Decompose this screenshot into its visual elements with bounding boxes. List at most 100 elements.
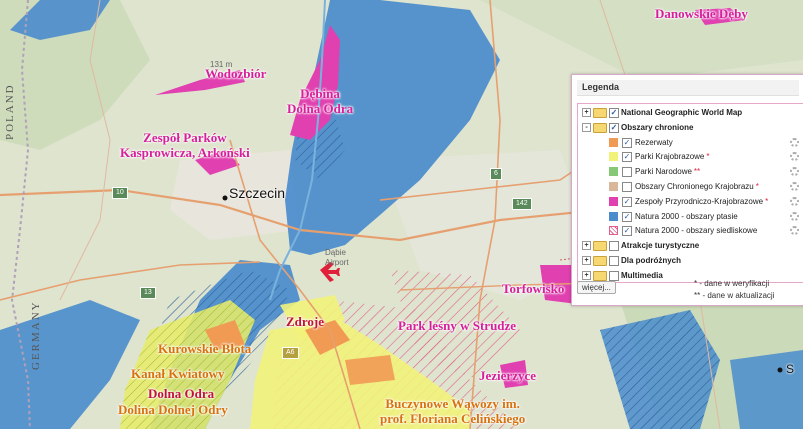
- area-label-zespol-parkow[interactable]: Zespół Parków Kasprowicza, Arkoński: [120, 130, 250, 160]
- city-dot: [222, 195, 228, 201]
- legend-label: Obszary chronione: [621, 122, 694, 132]
- area-label-line: Dolna Odra: [287, 101, 354, 116]
- road-shield: 6: [490, 168, 502, 180]
- area-label-zdroje[interactable]: Zdroje: [286, 314, 324, 329]
- legend-label: Dla podróżnych: [621, 256, 682, 265]
- area-label-kurowskie-blota[interactable]: Kurowskie Błota: [158, 341, 251, 356]
- gear-icon[interactable]: [790, 196, 799, 206]
- layer-checkbox[interactable]: [609, 270, 619, 281]
- folder-icon: [593, 122, 607, 133]
- area-label-line: Zespół Parków: [143, 130, 227, 145]
- expand-icon[interactable]: +: [582, 241, 591, 251]
- folder-icon: [593, 270, 607, 281]
- area-label-jezierzyce[interactable]: Jezierzyce: [479, 368, 536, 383]
- collapse-icon[interactable]: -: [582, 122, 591, 132]
- legend-star: **: [693, 167, 701, 177]
- legend-label: Zespoły Przyrodniczo-Krajobrazowe *: [635, 196, 769, 206]
- area-label-debina-dolna-odra[interactable]: Dębina Dolna Odra: [287, 86, 353, 116]
- layer-checkbox[interactable]: ✓: [609, 122, 619, 133]
- layer-checkbox[interactable]: ✓: [622, 211, 632, 222]
- legend-tree: + ✓ National Geographic World Map - ✓ Obszary…: [577, 103, 803, 283]
- folder-icon: [593, 256, 607, 266]
- area-label-danowskie-deby[interactable]: Danowskie Dęby: [655, 6, 748, 21]
- airport-type: Airport: [325, 258, 349, 267]
- area-label-park-lesny[interactable]: Park leśny w Strudze: [398, 318, 516, 333]
- area-label-line: prof. Floriana Celińskiego: [380, 411, 526, 426]
- road-shield: 142: [512, 198, 532, 210]
- area-label-torfowisko[interactable]: Torfowisko: [502, 281, 564, 296]
- legend-star: *: [755, 182, 759, 191]
- legend-swatch: [609, 182, 618, 191]
- legend-row[interactable]: ✓ Rezerwaty: [578, 136, 801, 149]
- legend-row[interactable]: ✓ Natura 2000 - obszary ptasie: [578, 210, 801, 223]
- rezerwat-area: [345, 355, 395, 385]
- expand-icon[interactable]: +: [582, 256, 591, 265]
- legend-swatch: [609, 196, 618, 206]
- legend-label: Parki Narodowe **: [635, 167, 701, 177]
- legend-row[interactable]: + Atrakcje turystyczne: [578, 239, 801, 252]
- legend-swatch: [609, 137, 618, 147]
- legend-swatch: [609, 211, 618, 221]
- layer-checkbox[interactable]: [609, 256, 619, 266]
- area-label-kanal-kwiatowy[interactable]: Kanał Kwiatowy: [131, 366, 225, 381]
- gear-icon[interactable]: [790, 211, 799, 221]
- legend-label: Atrakcje turystyczne: [621, 241, 700, 251]
- legend-row[interactable]: + ✓ National Geographic World Map: [578, 106, 801, 119]
- edge-city-label: S: [786, 362, 795, 376]
- note-verification: * - dane w weryfikacji: [694, 279, 770, 288]
- layer-checkbox[interactable]: ✓: [622, 137, 632, 148]
- gear-icon[interactable]: [790, 226, 799, 236]
- legend-label: Parki Krajobrazowe *: [635, 152, 710, 162]
- legend-label: National Geographic World Map: [621, 108, 743, 117]
- legend-panel: Legenda + ✓ National Geographic World Map -…: [571, 74, 803, 306]
- layer-checkbox[interactable]: [609, 241, 619, 252]
- country-label-poland: POLAND: [4, 83, 16, 140]
- legend-row[interactable]: Obszary Chronionego Krajobrazu *: [578, 180, 801, 193]
- legend-label: Obszary Chronionego Krajobrazu *: [635, 182, 759, 191]
- road-shield: 13: [140, 287, 156, 299]
- gear-icon[interactable]: [790, 167, 799, 177]
- gear-icon[interactable]: [790, 152, 799, 162]
- gear-icon[interactable]: [790, 137, 799, 147]
- legend-row[interactable]: ✓ Natura 2000 - obszary siedliskowe: [578, 224, 801, 237]
- layer-checkbox[interactable]: [622, 182, 632, 192]
- legend-row[interactable]: ✓ Parki Krajobrazowe *: [578, 150, 801, 163]
- legend-label: Natura 2000 - obszary siedliskowe: [635, 226, 758, 236]
- layer-checkbox[interactable]: ✓: [622, 226, 632, 237]
- expand-icon[interactable]: +: [582, 108, 591, 117]
- layer-checkbox[interactable]: ✓: [622, 196, 632, 207]
- gear-icon[interactable]: [790, 182, 799, 191]
- country-label-germany: GERMANY: [30, 300, 42, 370]
- city-dot: [777, 367, 783, 373]
- airport-name: Dąbie: [325, 248, 346, 257]
- area-label-dolina-dolnej-odry[interactable]: Dolina Dolnej Odry: [118, 402, 228, 417]
- city-label-szczecin: Szczecin: [229, 185, 286, 201]
- legend-swatch: [609, 167, 618, 177]
- legend-row[interactable]: Parki Narodowe **: [578, 165, 801, 178]
- area-label-wodozbior[interactable]: Wodozbiór: [205, 66, 266, 81]
- area-label-line: Kasprowicza, Arkoński: [120, 145, 250, 160]
- legend-star: *: [765, 196, 769, 206]
- legend-label: Natura 2000 - obszary ptasie: [635, 211, 738, 221]
- note-update: ** - dane w aktualizacji: [694, 291, 775, 300]
- legend-row[interactable]: - ✓ Obszary chronione: [578, 121, 801, 134]
- road-shield: 10: [112, 187, 128, 199]
- legend-row[interactable]: ✓ Zespoły Przyrodniczo-Krajobrazowe *: [578, 195, 801, 208]
- expand-icon[interactable]: +: [582, 270, 591, 280]
- area-label-line: Buczynowe Wąwozy im.: [385, 396, 520, 411]
- area-label-dolna-odra[interactable]: Dolna Odra: [148, 386, 214, 401]
- legend-label: Multimedia: [621, 270, 663, 280]
- layer-checkbox[interactable]: ✓: [622, 152, 632, 163]
- folder-icon: [593, 241, 607, 252]
- legend-row[interactable]: + Dla podróżnych: [578, 254, 801, 267]
- legend-swatch: [609, 226, 618, 236]
- folder-icon: [593, 108, 607, 118]
- layer-checkbox[interactable]: [622, 167, 632, 178]
- legend-label: Rezerwaty: [635, 137, 673, 147]
- airport-label: Dąbie Airport: [325, 248, 349, 268]
- more-button[interactable]: więcej...: [577, 281, 616, 294]
- layer-checkbox[interactable]: ✓: [609, 108, 619, 118]
- legend-swatch: [609, 152, 618, 162]
- area-label-buczynowe[interactable]: Buczynowe Wąwozy im. prof. Floriana Celi…: [380, 396, 525, 426]
- road-shield: A6: [282, 347, 299, 359]
